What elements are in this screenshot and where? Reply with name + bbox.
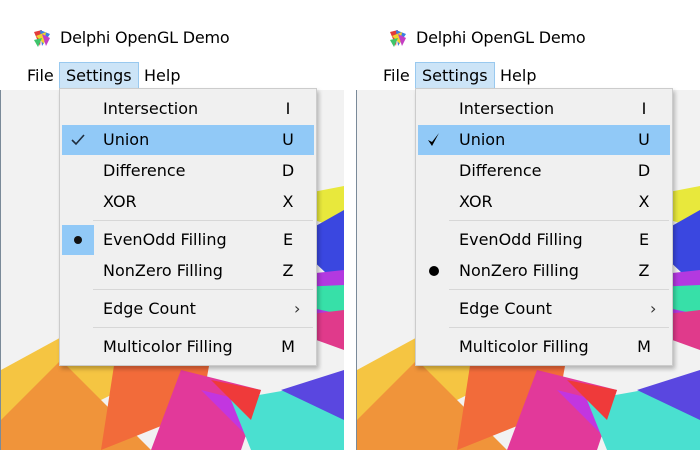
checkmark-icon xyxy=(71,134,85,146)
window-title: Delphi OpenGL Demo xyxy=(416,28,586,47)
menu-file[interactable]: File xyxy=(377,62,416,90)
menu-item-nonzero-filling[interactable]: NonZero Filling Z xyxy=(62,256,314,286)
menu-item-edge-count[interactable]: Edge Count › xyxy=(418,294,670,324)
title-bar: Delphi OpenGL Demo xyxy=(356,0,700,62)
menu-item-xor[interactable]: XOR X xyxy=(418,187,670,217)
submenu-arrow-icon: › xyxy=(294,299,301,318)
menu-item-union[interactable]: Union U xyxy=(62,125,314,155)
settings-dropdown: Intersection I Union U Difference D XOR … xyxy=(59,88,317,366)
menu-separator xyxy=(449,220,669,221)
menu-item-multicolor-filling[interactable]: Multicolor Filling M xyxy=(62,332,314,362)
menu-separator xyxy=(449,289,669,290)
window-title: Delphi OpenGL Demo xyxy=(60,28,230,47)
radio-dot-icon xyxy=(62,225,94,255)
settings-dropdown: Intersection I Union U Difference D XOR … xyxy=(415,88,673,366)
title-bar: Delphi OpenGL Demo xyxy=(0,0,344,62)
menu-bar: File Settings Help xyxy=(356,62,700,90)
menu-item-evenodd-filling[interactable]: EvenOdd Filling E xyxy=(62,225,314,255)
menu-separator xyxy=(93,289,313,290)
menu-item-difference[interactable]: Difference D xyxy=(62,156,314,186)
menu-file[interactable]: File xyxy=(21,62,60,90)
app-icon xyxy=(34,30,50,47)
window-left: Delphi OpenGL Demo File Settings Help In… xyxy=(0,0,344,450)
menu-item-multicolor-filling[interactable]: Multicolor Filling M xyxy=(418,332,670,362)
menu-separator xyxy=(93,220,313,221)
menu-item-intersection[interactable]: Intersection I xyxy=(62,94,314,124)
menu-settings[interactable]: Settings xyxy=(415,62,495,90)
menu-item-union[interactable]: Union U xyxy=(418,125,670,155)
menu-settings[interactable]: Settings xyxy=(59,62,139,90)
menu-item-evenodd-filling[interactable]: EvenOdd Filling E xyxy=(418,225,670,255)
menu-separator xyxy=(93,327,313,328)
menu-help[interactable]: Help xyxy=(494,62,542,90)
window-right: Delphi OpenGL Demo File Settings Help In… xyxy=(356,0,700,450)
menu-separator xyxy=(449,327,669,328)
menu-item-difference[interactable]: Difference D xyxy=(418,156,670,186)
app-icon xyxy=(390,30,406,47)
submenu-arrow-icon: › xyxy=(650,299,657,318)
menu-item-nonzero-filling[interactable]: NonZero Filling Z xyxy=(418,256,670,286)
menu-item-xor[interactable]: XOR X xyxy=(62,187,314,217)
checkmark-icon xyxy=(428,133,439,146)
menu-item-edge-count[interactable]: Edge Count › xyxy=(62,294,314,324)
menu-item-intersection[interactable]: Intersection I xyxy=(418,94,670,124)
menu-bar: File Settings Help xyxy=(0,62,344,90)
menu-help[interactable]: Help xyxy=(138,62,186,90)
radio-dot-icon xyxy=(429,266,439,276)
